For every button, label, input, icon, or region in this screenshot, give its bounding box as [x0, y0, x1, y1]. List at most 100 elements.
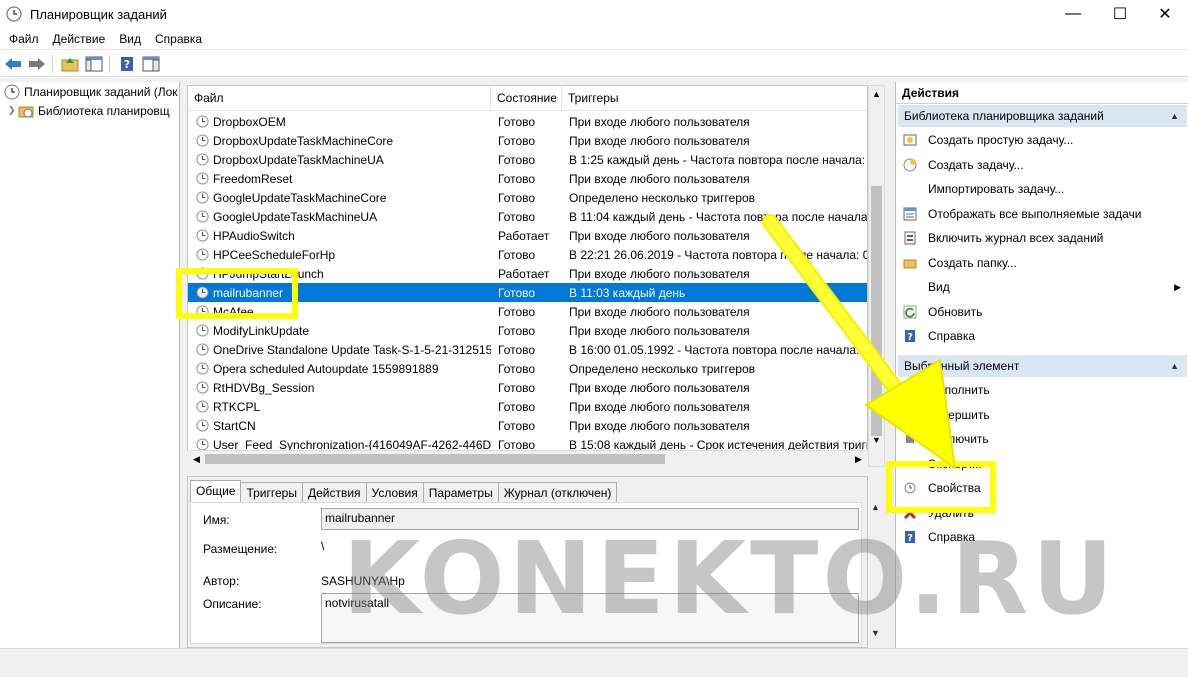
show-hide-tree-button[interactable]: [83, 53, 105, 75]
action-item[interactable]: Импортировать задачу...: [896, 177, 1188, 201]
up-folder-button[interactable]: [59, 53, 81, 75]
help-book-icon: ?: [121, 56, 133, 71]
help-toolbar-button[interactable]: ?: [116, 53, 138, 75]
action-item[interactable]: ? Справка: [896, 525, 1188, 549]
close-button[interactable]: ✕: [1142, 0, 1188, 28]
task-clock-icon: [196, 343, 209, 356]
collapse-icon[interactable]: ▲: [1170, 105, 1179, 127]
section-library[interactable]: Библиотека планировщика заданий ▲: [898, 105, 1187, 127]
action-item[interactable]: Отключить: [896, 427, 1188, 451]
action-item[interactable]: ? Справка: [896, 324, 1188, 348]
list-vertical-scrollbar[interactable]: ▲ ▼: [868, 85, 885, 467]
scroll-right-icon[interactable]: ▶: [851, 451, 866, 467]
table-row[interactable]: HPAudioSwitch Работает При входе любого по…: [188, 226, 867, 245]
table-row[interactable]: McAfee Готово При входе любого пользовател…: [188, 302, 867, 321]
forward-button[interactable]: [26, 53, 48, 75]
table-row[interactable]: GoogleUpdateTaskMachineUA Готово В 11:04 к…: [188, 207, 867, 226]
table-row[interactable]: HPJumpStartLaunch Работает При входе любог…: [188, 264, 867, 283]
table-row[interactable]: DropboxUpdateTaskMachineUA Готово В 1:25 к…: [188, 150, 867, 169]
action-item[interactable]: Удалить: [896, 501, 1188, 525]
action-item[interactable]: Создать простую задачу...: [896, 128, 1188, 152]
tab-settings[interactable]: Параметры: [422, 482, 499, 502]
table-row[interactable]: HPCeeScheduleForHp Готово В 22:21 26.06.20…: [188, 245, 867, 264]
action-item[interactable]: Включить журнал всех заданий: [896, 226, 1188, 250]
scroll-thumb[interactable]: [205, 454, 665, 464]
stop-icon: [902, 407, 918, 423]
author-value: SASHUNYA\Hp: [321, 574, 405, 588]
menu-file[interactable]: Файл: [2, 32, 46, 46]
back-arrow-icon: [5, 57, 21, 70]
section-selected-item[interactable]: Выбранный элемент ▲: [898, 355, 1187, 377]
task-clock-icon: [196, 191, 209, 204]
task-clock-icon: [196, 153, 209, 166]
tab-general[interactable]: Общие: [190, 480, 242, 502]
table-row[interactable]: RtHDVBg_Session Готово При входе любого по…: [188, 378, 867, 397]
action-pane-button[interactable]: [140, 53, 162, 75]
back-button[interactable]: [2, 53, 24, 75]
run-icon: [902, 382, 918, 398]
table-row[interactable]: OneDrive Standalone Update Task-S-1-5-21…: [188, 340, 867, 359]
tab-history[interactable]: Журнал (отключен): [497, 482, 618, 502]
table-row-selected[interactable]: mailrubanner Готово В 11:03 каждый день: [188, 283, 867, 302]
tree-item-root[interactable]: Планировщик заданий (Лок: [0, 82, 180, 101]
task-name: FreedomReset: [213, 171, 293, 186]
task-status-cell: Готово: [498, 342, 536, 357]
tree-item-library[interactable]: ❯ Библиотека планировщ: [0, 101, 180, 120]
task-name-cell: RtHDVBg_Session: [188, 381, 491, 395]
tab-triggers[interactable]: Триггеры: [240, 482, 303, 502]
log-icon: [902, 230, 918, 246]
task-status-cell: Готово: [498, 323, 536, 338]
tab-conditions[interactable]: Условия: [365, 482, 424, 502]
description-field[interactable]: notvirusatall: [321, 593, 859, 643]
scroll-left-icon[interactable]: ◀: [189, 451, 204, 467]
action-item[interactable]: Вид ▶: [896, 275, 1188, 299]
task-status-cell: Работает: [498, 266, 550, 281]
disable-icon: [902, 431, 918, 447]
clock-app-icon: [6, 6, 22, 22]
action-item[interactable]: Завершить: [896, 403, 1188, 427]
scroll-thumb[interactable]: [871, 186, 882, 436]
detail-vertical-scrollbar[interactable]: ▲ ▼: [868, 500, 884, 645]
action-item[interactable]: Выполнить: [896, 378, 1188, 402]
menu-view[interactable]: Вид: [112, 32, 148, 46]
column-header-status[interactable]: Состояние: [491, 86, 562, 111]
forward-arrow-icon: [29, 57, 45, 70]
maximize-button[interactable]: ☐: [1097, 0, 1143, 28]
collapse-icon[interactable]: ▲: [1170, 355, 1179, 377]
table-row[interactable]: RTKCPL Готово При входе любого пользовател…: [188, 397, 867, 416]
name-field[interactable]: mailrubanner: [321, 508, 859, 530]
task-clock-icon: [196, 172, 209, 185]
column-header-triggers[interactable]: Триггеры: [562, 86, 867, 111]
action-item-label: Справка: [928, 329, 976, 343]
list-horizontal-scrollbar[interactable]: ◀ ▶: [187, 450, 868, 467]
folder-up-icon: [61, 57, 79, 71]
menu-action[interactable]: Действие: [46, 32, 113, 46]
wizard-icon: [902, 132, 918, 148]
action-item[interactable]: Создать папку...: [896, 251, 1188, 275]
table-row[interactable]: DropboxUpdateTaskMachineCore Готово При вх…: [188, 131, 867, 150]
action-item[interactable]: Свойства: [896, 476, 1188, 500]
task-status-cell: Готово: [498, 361, 536, 376]
action-item[interactable]: Отображать все выполняемые задачи: [896, 202, 1188, 226]
action-item[interactable]: Экспорт...: [896, 452, 1188, 476]
table-row[interactable]: GoogleUpdateTaskMachineCore Готово Определ…: [188, 188, 867, 207]
action-item[interactable]: Создать задачу...: [896, 153, 1188, 177]
expand-chevron-icon[interactable]: ❯: [8, 105, 18, 116]
scroll-up-icon[interactable]: ▲: [869, 86, 884, 103]
column-header-file[interactable]: Файл: [188, 86, 491, 111]
table-row[interactable]: DropboxOEM Готово При входе любого пользов…: [188, 112, 867, 131]
task-status-cell: Готово: [498, 152, 536, 167]
tab-actions[interactable]: Действия: [301, 482, 367, 502]
minimize-button[interactable]: —: [1050, 0, 1096, 28]
task-name: HPAudioSwitch: [213, 228, 295, 243]
scroll-down-icon[interactable]: ▼: [871, 628, 880, 638]
table-row[interactable]: ModifyLinkUpdate Готово При входе любого п…: [188, 321, 867, 340]
action-item[interactable]: Обновить: [896, 300, 1188, 324]
table-row[interactable]: FreedomReset Готово При входе любого польз…: [188, 169, 867, 188]
scroll-down-icon[interactable]: ▼: [869, 432, 884, 449]
scroll-up-icon[interactable]: ▲: [871, 502, 880, 512]
menu-help[interactable]: Справка: [148, 32, 209, 46]
table-row[interactable]: Opera scheduled Autoupdate 1559891889 Гот…: [188, 359, 867, 378]
task-name-cell: RTKCPL: [188, 400, 491, 414]
table-row[interactable]: StartCN Готово При входе любого пользовате…: [188, 416, 867, 435]
